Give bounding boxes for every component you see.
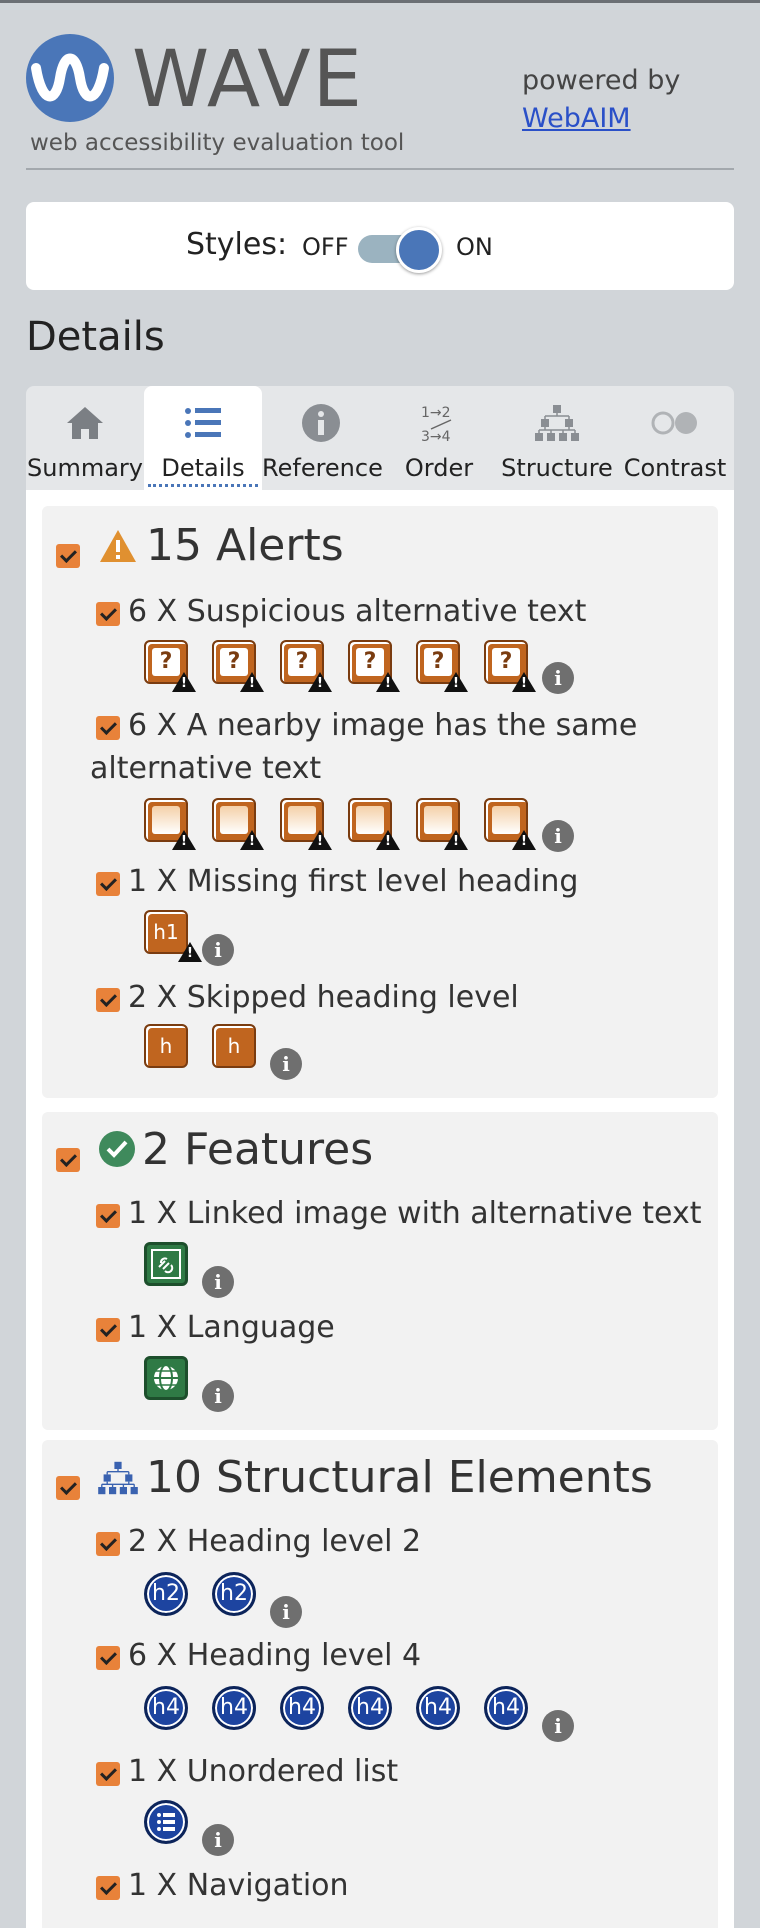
info-icon[interactable]: i (202, 1380, 234, 1412)
suspicious-alt-text-icon[interactable]: ? (348, 640, 400, 692)
info-icon[interactable]: i (542, 820, 574, 852)
alert-item-label: 6 X Suspicious alternative text (128, 594, 587, 629)
home-icon (67, 407, 103, 439)
image-alt-icon[interactable] (416, 798, 468, 850)
info-icon[interactable]: i (542, 662, 574, 694)
image-alt-icon[interactable] (280, 798, 332, 850)
structure-item-label: 2 X Heading level 2 (128, 1524, 422, 1559)
image-alt-icon[interactable] (348, 798, 400, 850)
styles-label: Styles: (186, 227, 288, 262)
svg-text:3→4: 3→4 (421, 429, 451, 445)
checkmark-circle-icon (99, 1131, 135, 1167)
heading-4-icon[interactable]: h4 (144, 1686, 188, 1730)
list-icon (185, 408, 221, 438)
feature-item-checkbox[interactable] (96, 1318, 120, 1342)
warning-badge-icon (178, 942, 202, 962)
styles-on-label: ON (456, 233, 493, 261)
powered-by-label: powered by (522, 65, 681, 96)
alert-item-label-continued: alternative text (90, 751, 322, 786)
info-icon[interactable]: i (542, 1710, 574, 1742)
feature-item-checkbox[interactable] (96, 1204, 120, 1228)
webaim-link[interactable]: WebAIM (522, 100, 680, 138)
info-icon (302, 404, 340, 442)
tab-bar: Summary Details Reference 1→2 3→4 Order S… (26, 386, 734, 490)
image-alt-icon[interactable] (144, 798, 196, 850)
skipped-heading-icon[interactable]: h (212, 1024, 256, 1068)
tab-reference[interactable]: Reference (262, 386, 383, 490)
heading-2-icon[interactable]: h2 (212, 1572, 256, 1616)
details-panel: 15 Alerts 6 X Suspicious alternative tex… (26, 490, 734, 1928)
alerts-title: 15 Alerts (146, 520, 344, 571)
tab-order[interactable]: 1→2 3→4 Order (380, 386, 498, 490)
structural-elements-section: 10 Structural Elements 2 X Heading level… (42, 1440, 718, 1928)
page-title: Details (26, 314, 165, 360)
info-icon[interactable]: i (202, 934, 234, 966)
features-section: 2 Features 1 X Linked image with alterna… (42, 1112, 718, 1430)
alert-item-label: 6 X A nearby image has the same (128, 708, 638, 743)
heading-4-icon[interactable]: h4 (348, 1686, 392, 1730)
tab-contrast[interactable]: Contrast (616, 386, 734, 490)
feature-item-label: 1 X Linked image with alternative text (128, 1196, 702, 1231)
features-title: 2 Features (142, 1124, 374, 1175)
alert-item-checkbox[interactable] (96, 716, 120, 740)
alerts-section: 15 Alerts 6 X Suspicious alternative tex… (42, 506, 718, 1098)
unordered-list-icon[interactable] (144, 1800, 188, 1844)
structure-item-label: 1 X Unordered list (128, 1754, 399, 1789)
suspicious-alt-text-icon[interactable]: ? (280, 640, 332, 692)
order-icon: 1→2 3→4 (421, 405, 452, 445)
tab-details[interactable]: Details (144, 386, 262, 490)
alert-item-label: 2 X Skipped heading level (128, 980, 519, 1015)
svg-text:1→2: 1→2 (421, 405, 451, 421)
image-alt-icon[interactable] (212, 798, 264, 850)
tab-structure[interactable]: Structure (498, 386, 616, 490)
structure-item-checkbox[interactable] (96, 1876, 120, 1900)
heading-2-icon[interactable]: h2 (144, 1572, 188, 1616)
heading-4-icon[interactable]: h4 (416, 1686, 460, 1730)
info-icon[interactable]: i (270, 1596, 302, 1628)
structure-tree-icon (98, 1461, 138, 1495)
styles-toggle-knob[interactable] (396, 227, 442, 273)
structure-item-label: 6 X Heading level 4 (128, 1638, 422, 1673)
wave-logo-icon (26, 34, 114, 122)
skipped-heading-icon[interactable]: h (144, 1024, 188, 1068)
heading-4-icon[interactable]: h4 (484, 1686, 528, 1730)
structure-item-checkbox[interactable] (96, 1646, 120, 1670)
features-checkbox[interactable] (56, 1148, 80, 1172)
alert-item-label: 1 X Missing first level heading (128, 864, 579, 899)
language-globe-icon[interactable] (144, 1356, 188, 1400)
header: WAVE web accessibility evaluation tool p… (26, 34, 734, 170)
suspicious-alt-text-icon[interactable]: ? (416, 640, 468, 692)
styles-toggle-card: Styles: OFF ON (26, 202, 734, 290)
alerts-checkbox[interactable] (56, 544, 80, 568)
feature-item-label: 1 X Language (128, 1310, 335, 1345)
info-icon[interactable]: i (202, 1824, 234, 1856)
styles-off-label: OFF (302, 233, 349, 261)
alert-item-checkbox[interactable] (96, 988, 120, 1012)
alert-triangle-icon (100, 530, 136, 562)
structure-item-label: 1 X Navigation (128, 1868, 349, 1903)
window-top-border (0, 0, 760, 3)
suspicious-alt-text-icon[interactable]: ? (484, 640, 536, 692)
tagline: web accessibility evaluation tool (30, 130, 405, 156)
structure-title: 10 Structural Elements (146, 1452, 653, 1503)
structure-checkbox[interactable] (56, 1476, 80, 1500)
structure-item-checkbox[interactable] (96, 1762, 120, 1786)
suspicious-alt-text-icon[interactable]: ? (144, 640, 196, 692)
structure-icon (535, 405, 579, 441)
suspicious-alt-text-icon[interactable]: ? (212, 640, 264, 692)
contrast-icon (651, 411, 697, 435)
tab-summary[interactable]: Summary (26, 386, 144, 490)
heading-4-icon[interactable]: h4 (280, 1686, 324, 1730)
alert-item-checkbox[interactable] (96, 602, 120, 626)
info-icon[interactable]: i (202, 1266, 234, 1298)
logo-text: WAVE (132, 35, 364, 125)
heading-4-icon[interactable]: h4 (212, 1686, 256, 1730)
linked-image-icon[interactable] (144, 1242, 188, 1286)
info-icon[interactable]: i (270, 1048, 302, 1080)
alert-item-checkbox[interactable] (96, 872, 120, 896)
powered-by: powered by WebAIM (522, 62, 680, 138)
structure-item-checkbox[interactable] (96, 1532, 120, 1556)
image-alt-icon[interactable] (484, 798, 536, 850)
